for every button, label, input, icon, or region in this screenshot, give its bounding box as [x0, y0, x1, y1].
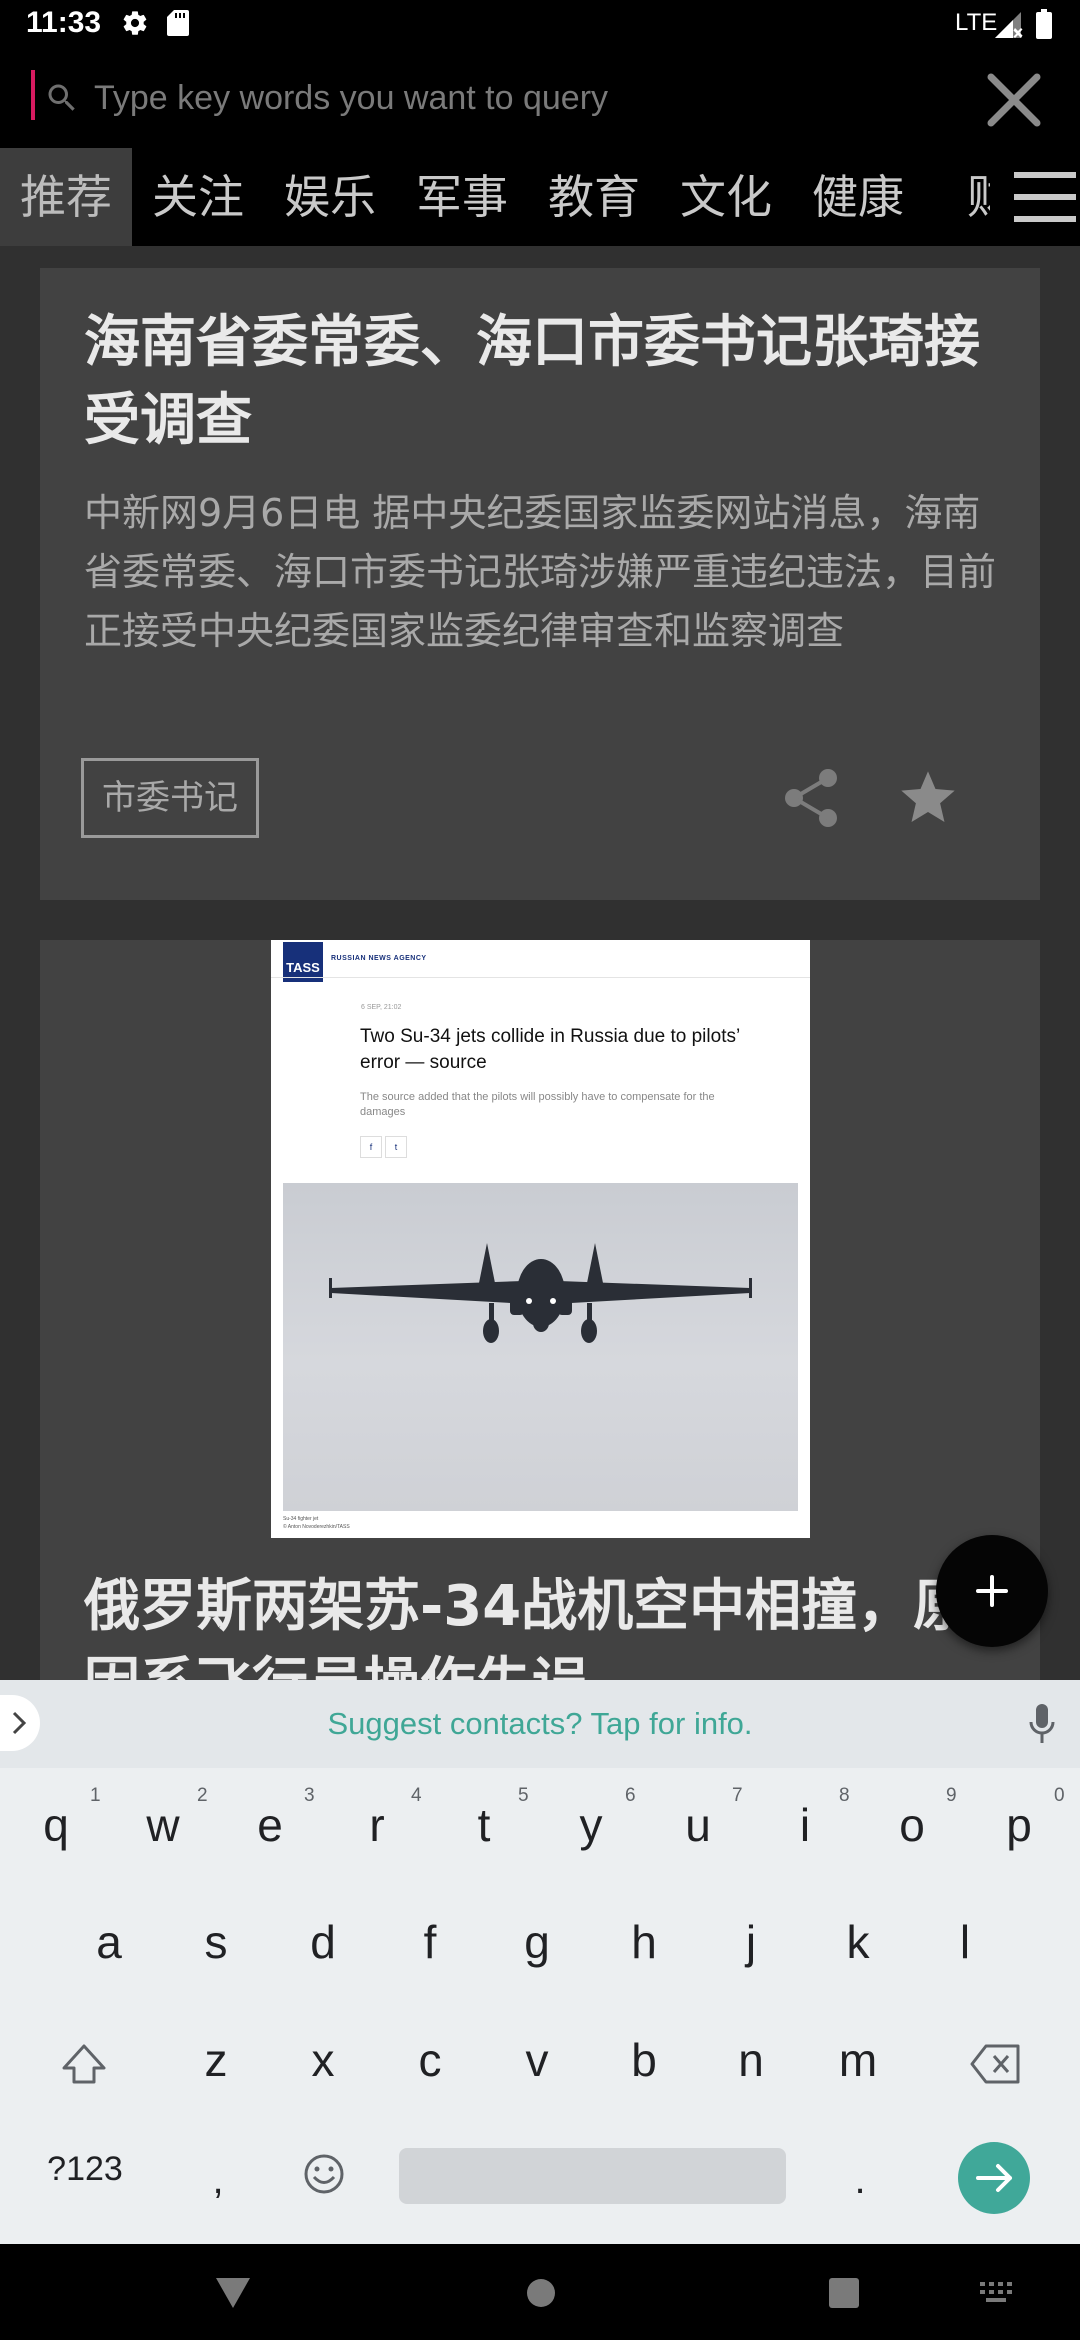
news-card[interactable]: TASS RUSSIAN NEWS AGENCY 6 SEP, 21:02 Tw…: [40, 940, 1040, 1717]
period-key[interactable]: .: [810, 2130, 910, 2230]
news-card[interactable]: 海南省委常委、海口市委书记张琦接受调查 中新网9月6日电 据中央纪委国家监委网站…: [40, 268, 1040, 900]
key-hint: 3: [304, 1785, 315, 1806]
key-l[interactable]: l: [915, 1892, 1015, 1992]
key-hint: 6: [625, 1785, 636, 1806]
agency-name: RUSSIAN NEWS AGENCY: [331, 955, 427, 962]
key-hint: 9: [946, 1785, 957, 1806]
settings-icon: [123, 11, 147, 35]
tab-education[interactable]: 教育: [528, 148, 660, 246]
navigation-bar: [0, 2244, 1080, 2340]
key-g[interactable]: g: [487, 1892, 587, 1992]
menu-icon[interactable]: [990, 148, 1080, 246]
key-x[interactable]: x: [273, 2010, 373, 2110]
twitter-icon: t: [385, 1136, 407, 1158]
suggestion-strip: Suggest contacts? Tap for info.: [0, 1680, 1080, 1768]
star-icon[interactable]: [895, 766, 961, 830]
key-f[interactable]: f: [380, 1892, 480, 1992]
tass-logo: TASS: [283, 942, 323, 982]
tab-entertainment[interactable]: 娱乐: [264, 148, 396, 246]
category-tabs: 推荐 关注 娱乐 军事 教育 文化 健康 财: [0, 148, 1080, 246]
status-bar: 11:33 LTE: [0, 0, 1080, 48]
key-z[interactable]: z: [166, 2010, 266, 2110]
status-time: 11:33: [26, 6, 102, 39]
tab-following[interactable]: 关注: [132, 148, 264, 246]
key-s[interactable]: s: [166, 1892, 266, 1992]
key-h[interactable]: h: [594, 1892, 694, 1992]
space-key[interactable]: [399, 2148, 786, 2204]
back-nav-icon[interactable]: [216, 2278, 250, 2308]
divider: [271, 977, 810, 978]
key-hint: 7: [732, 1785, 743, 1806]
key-hint: 2: [197, 1785, 208, 1806]
search-input[interactable]: [94, 72, 934, 124]
news-summary: 中新网9月6日电 据中央纪委国家监委网站消息，海南省委常委、海口市委书记张琦涉嫌…: [84, 491, 997, 653]
enter-button[interactable]: [958, 2142, 1030, 2214]
jet-photo: [283, 1183, 798, 1511]
article-date: 6 SEP, 21:02: [361, 1004, 402, 1011]
shift-icon[interactable]: [56, 2040, 112, 2088]
enter-arrow-icon: [976, 2164, 1012, 2192]
article-headline: Two Su-34 jets collide in Russia due to …: [360, 1026, 740, 1073]
key-d[interactable]: d: [273, 1892, 373, 1992]
key-m[interactable]: m: [808, 2010, 908, 2110]
add-button[interactable]: [936, 1535, 1048, 1647]
facebook-icon: f: [360, 1136, 382, 1158]
key-n[interactable]: n: [701, 2010, 801, 2110]
add-icon: [976, 1575, 1008, 1607]
key-a[interactable]: a: [59, 1892, 159, 1992]
keyboard-switch-icon[interactable]: [980, 2282, 1012, 2302]
key-k[interactable]: k: [808, 1892, 908, 1992]
key-b[interactable]: b: [594, 2010, 694, 2110]
tab-health[interactable]: 健康: [792, 148, 924, 246]
home-nav-icon[interactable]: [526, 2278, 556, 2308]
key-hint: 8: [839, 1785, 850, 1806]
key-j[interactable]: j: [701, 1892, 801, 1992]
close-icon[interactable]: [985, 72, 1043, 128]
key-c[interactable]: c: [380, 2010, 480, 2110]
backspace-icon[interactable]: [968, 2042, 1024, 2086]
comma-key[interactable]: ,: [168, 2130, 268, 2230]
expand-suggestions-button[interactable]: [0, 1695, 40, 1751]
chevron-right-icon: [12, 1711, 27, 1735]
news-image[interactable]: TASS RUSSIAN NEWS AGENCY 6 SEP, 21:02 Tw…: [271, 940, 810, 1538]
key-hint: 0: [1054, 1785, 1065, 1806]
signal-icon: [995, 12, 1023, 38]
network-type: LTE: [955, 9, 998, 36]
mic-icon[interactable]: [1028, 1702, 1056, 1746]
tab-recommended[interactable]: 推荐: [0, 148, 132, 246]
photo-caption: Su-34 fighter jet © Anton Novoderezhkin/…: [283, 1516, 350, 1530]
fighter-jet-icon: [329, 1243, 752, 1343]
contact-suggestion[interactable]: Suggest contacts? Tap for info.: [0, 1680, 1080, 1768]
key-hint: 1: [90, 1785, 101, 1806]
key-hint: 5: [518, 1785, 529, 1806]
tab-military[interactable]: 军事: [396, 148, 528, 246]
tab-culture[interactable]: 文化: [660, 148, 792, 246]
key-v[interactable]: v: [487, 2010, 587, 2110]
news-tag[interactable]: 市委书记: [81, 758, 259, 838]
search-icon: [48, 84, 75, 111]
share-icon[interactable]: [784, 768, 840, 828]
search-bar: [0, 48, 1080, 148]
news-title[interactable]: 海南省委常委、海口市委书记张琦接受调查: [84, 304, 1014, 460]
article-lead: The source added that the pilots will po…: [360, 1091, 715, 1118]
emoji-icon[interactable]: [302, 2152, 346, 2196]
sd-card-icon: [167, 10, 189, 36]
key-hint: 4: [411, 1785, 422, 1806]
battery-icon: [1036, 9, 1052, 39]
text-cursor: [31, 70, 35, 120]
symbols-key[interactable]: ?123: [30, 2150, 140, 2189]
recents-nav-icon[interactable]: [829, 2278, 859, 2308]
